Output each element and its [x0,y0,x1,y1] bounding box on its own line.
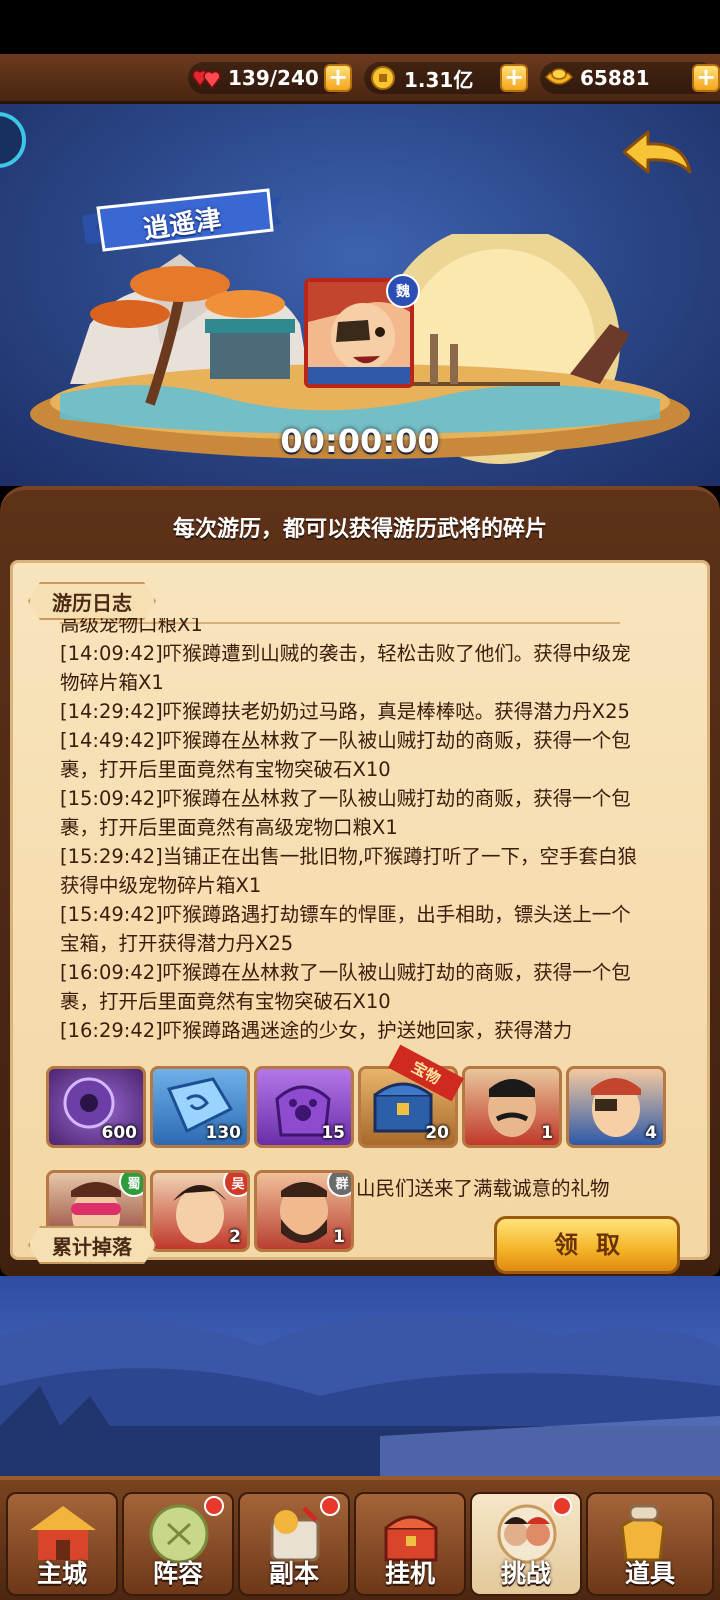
drop-count: 2 [229,1227,241,1247]
log-entry: [14:09:42]吓猴蹲遭到山贼的袭击，轻松击败了他们。获得中级宠物碎片箱X1 [60,642,631,694]
drop-count: 20 [425,1123,449,1143]
background-landscape [0,1276,720,1476]
drop-count: 1 [541,1123,553,1143]
coins-value: 1.31亿 [404,67,474,92]
drop-count: 1 [333,1227,345,1247]
nav-label: 挑战 [500,1559,551,1588]
nav-challenge[interactable]: 挑战 [470,1492,582,1596]
faction-badge: 蜀 [119,1173,143,1197]
nav-main-city[interactable]: 主城 [6,1492,118,1596]
drop-count: 4 [645,1123,657,1143]
log-entry: [14:29:42]吓猴蹲扶老奶奶过马路，真是棒棒哒。获得潜力丹X25 [60,700,630,723]
log-entry: [16:29:42]吓猴蹲路遇迷途的少女，护送她回家，获得潜力 [60,1019,573,1042]
resource-bar: 139/240 + 1.31亿 + 65881 + [0,54,720,104]
drop-breakthrough-stone[interactable]: 130 [150,1066,250,1148]
travel-timer: 00:00:00 [280,422,440,460]
travel-log[interactable]: 高级宠物口粮X1 [14:09:42]吓猴蹲遭到山贼的袭击，轻松击败了他们。获得… [60,618,650,1060]
drop-count: 15 [321,1123,345,1143]
stamina-value: 139/240 [228,66,319,90]
nav-idle[interactable]: 挂机 [354,1492,466,1596]
add-coins-button[interactable]: + [500,64,528,92]
nav-items[interactable]: 道具 [586,1492,714,1596]
log-entry: [16:09:42]吓猴蹲在丛林救了一队被山贼打劫的商贩，获得一个包裹，打开后里… [60,961,631,1013]
travel-scene: 逍遥津 魏 00:00:00 [0,104,720,486]
notification-dot [552,1496,572,1516]
notification-dot [204,1496,224,1516]
coins-resource: 1.31亿 + [364,62,528,94]
status-bar [0,0,720,54]
side-menu-handle[interactable] [0,112,26,168]
add-gold-button[interactable]: + [692,64,720,92]
hero-faction-badge: 魏 [386,274,420,308]
gold-resource: 65881 + [540,62,720,94]
log-entry: [15:09:42]吓猴蹲在丛林救了一队被山贼打劫的商贩，获得一个包裹，打开后里… [60,787,631,839]
nav-dungeon[interactable]: 副本 [238,1492,350,1596]
drop-hero-shard-mustache[interactable]: 1 [462,1066,562,1148]
drop-purple-orb[interactable]: 600 [46,1066,146,1148]
gold-value: 65881 [580,66,650,90]
total-drops-title: 累计掉落 [28,1226,156,1264]
faction-badge: 群 [327,1173,351,1197]
nav-label: 副本 [268,1559,319,1588]
drop-count: 600 [101,1123,138,1143]
nav-label: 道具 [624,1559,675,1588]
panel-header: 每次游历，都可以获得游历武将的碎片 [172,517,547,542]
claim-button[interactable]: 领取 [494,1216,680,1274]
coin-icon [368,65,398,91]
drop-hero-shard-young[interactable]: 2 吴 [150,1170,250,1252]
log-entry: 高级宠物口粮X1 [60,618,203,636]
back-button[interactable] [620,128,694,188]
drop-hero-shard-eyepatch[interactable]: 4 [566,1066,666,1148]
nav-label: 阵容 [152,1559,203,1588]
log-entry: [14:49:42]吓猴蹲在丛林救了一队被山贼打劫的商贩，获得一个包裹，打开后里… [60,729,631,781]
log-entry: [15:29:42]当铺正在出售一批旧物,吓猴蹲打听了一下，空手套白狼获得中级宠… [60,845,637,897]
nav-label: 挂机 [384,1559,435,1588]
gold-ingot-icon [544,65,574,91]
faction-badge: 吴 [223,1173,247,1197]
notification-dot [320,1496,340,1516]
log-title: 游历日志 [28,582,156,620]
log-entry: [15:49:42]吓猴蹲路遇打劫镖车的悍匪，出手相助，镖头送上一个宝箱，打开获… [60,903,631,955]
nav-formation[interactable]: 阵容 [122,1492,234,1596]
stamina-resource: 139/240 + [188,62,352,94]
drop-hero-shard-bearded[interactable]: 1 群 [254,1170,354,1252]
nav-label: 主城 [36,1559,87,1588]
hearts-icon [192,65,222,91]
bottom-nav: 主城 阵容 副本 挂机 挑战 道具 [0,1476,720,1600]
add-stamina-button[interactable]: + [324,64,352,92]
drop-pet-food-bag[interactable]: 15 [254,1066,354,1148]
back-arrow-icon [622,130,692,174]
drop-count: 130 [205,1123,242,1143]
